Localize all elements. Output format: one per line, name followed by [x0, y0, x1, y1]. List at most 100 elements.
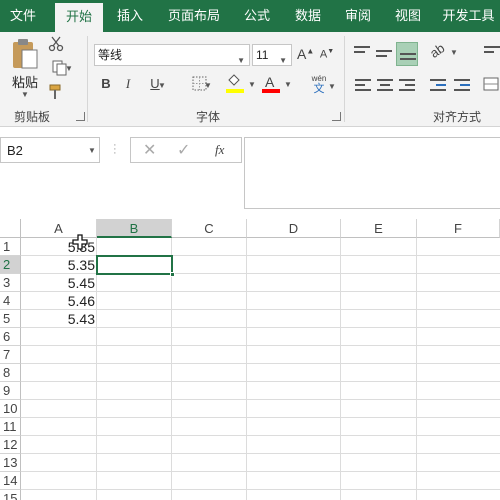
cell-a3[interactable]: 5.45 — [21, 274, 97, 292]
row-header-6[interactable]: 6 — [0, 328, 21, 346]
align-top-button[interactable] — [352, 44, 372, 64]
column-header-e[interactable]: E — [341, 219, 417, 238]
align-bottom-icon — [400, 53, 416, 63]
wrap-text-button[interactable] — [482, 42, 500, 62]
font-dialog-launcher[interactable] — [332, 112, 341, 121]
row-gridline — [21, 489, 500, 490]
chevron-down-icon: ▼ — [237, 56, 245, 65]
row-header-13[interactable]: 13 — [0, 454, 21, 472]
tab-data[interactable]: 数据 — [286, 0, 330, 32]
row-gridline — [21, 363, 500, 364]
tab-insert[interactable]: 插入 — [108, 0, 152, 32]
fill-handle[interactable] — [170, 272, 175, 277]
fill-color-swatch — [226, 89, 244, 93]
row-header-2[interactable]: 2 — [0, 256, 21, 274]
paint-bucket-icon — [228, 74, 240, 86]
cell-a5[interactable]: 5.43 — [21, 310, 97, 328]
tab-file[interactable]: 文件 — [0, 0, 46, 32]
cell-a4[interactable]: 5.46 — [21, 292, 97, 310]
row-header-1[interactable]: 1 — [0, 238, 21, 256]
row-gridline — [21, 453, 500, 454]
formula-bar-area: B2 ▼ · · · ✕ ✓ fx — [0, 127, 500, 219]
tab-page-layout[interactable]: 页面布局 — [161, 0, 227, 32]
align-bottom-button[interactable] — [396, 42, 418, 66]
paste-label: 粘贴 — [11, 75, 38, 90]
column-header-b[interactable]: B — [97, 219, 172, 238]
font-color-swatch — [262, 89, 280, 93]
fill-color-button[interactable]: ▼ — [226, 74, 258, 96]
row-header-14[interactable]: 14 — [0, 472, 21, 490]
formula-buttons: ✕ ✓ fx — [130, 137, 242, 163]
copy-button[interactable]: ▼ — [47, 60, 73, 78]
formula-input[interactable] — [244, 137, 500, 209]
align-center-button[interactable] — [376, 76, 394, 94]
select-all-button[interactable] — [0, 219, 21, 238]
decrease-indent-button[interactable] — [428, 76, 448, 94]
insert-function-button[interactable]: fx — [215, 142, 224, 158]
name-box[interactable]: B2 ▼ — [0, 137, 100, 163]
name-box-value: B2 — [7, 143, 23, 158]
align-left-button[interactable] — [354, 76, 372, 94]
row-header-10[interactable]: 10 — [0, 400, 21, 418]
row-header-4[interactable]: 4 — [0, 292, 21, 310]
align-middle-button[interactable] — [374, 44, 394, 64]
phonetic-guide-button[interactable]: wén 文 ▼ — [302, 74, 336, 98]
row-header-8[interactable]: 8 — [0, 364, 21, 382]
decrease-font-size-button[interactable]: A▼ — [319, 48, 335, 66]
align-middle-icon — [376, 50, 392, 60]
merge-center-button[interactable] — [482, 76, 500, 94]
row-gridline — [21, 345, 500, 346]
row-header-12[interactable]: 12 — [0, 436, 21, 454]
orientation-button[interactable]: ab ▼ — [427, 40, 460, 64]
align-center-icon — [377, 79, 393, 94]
increase-indent-button[interactable] — [452, 76, 472, 94]
column-header-c[interactable]: C — [172, 219, 247, 238]
format-painter-button[interactable] — [47, 84, 65, 102]
tab-view[interactable]: 视图 — [386, 0, 430, 32]
row-header-3[interactable]: 3 — [0, 274, 21, 292]
column-header-f[interactable]: F — [417, 219, 500, 238]
row-header-7[interactable]: 7 — [0, 346, 21, 364]
font-size-select[interactable]: 11 ▼ — [252, 44, 292, 66]
row-header-9[interactable]: 9 — [0, 382, 21, 400]
cancel-icon[interactable]: ✕ — [143, 140, 156, 160]
font-color-button[interactable]: A ▼ — [262, 74, 292, 96]
formula-bar-grip-icon: · · · — [113, 139, 117, 159]
borders-button[interactable]: ▼ — [184, 76, 214, 94]
worksheet-grid[interactable]: A B C D E F 1 2 3 4 5 6 7 8 9 10 11 12 13 14 15 5.35 5… — [0, 219, 500, 500]
tab-formulas[interactable]: 公式 — [235, 0, 279, 32]
align-right-button[interactable] — [398, 76, 416, 94]
tab-developer[interactable]: 开发工具 — [437, 0, 500, 32]
column-gridline — [171, 238, 172, 500]
tab-home[interactable]: 开始 — [55, 3, 103, 32]
font-group-label: 字体 — [196, 110, 221, 124]
underline-button[interactable]: U ▼ — [142, 76, 168, 94]
row-header-11[interactable]: 11 — [0, 418, 21, 436]
row-header-5[interactable]: 5 — [0, 310, 21, 328]
paintbrush-icon — [49, 84, 61, 99]
enter-icon[interactable]: ✓ — [177, 140, 190, 160]
font-name-select[interactable]: 等线 ▼ — [94, 44, 250, 66]
decrease-indent-icon — [430, 79, 446, 94]
clipboard-group-label: 剪贴板 — [14, 110, 51, 124]
chevron-down-icon: ▼ — [279, 56, 287, 65]
selected-cell-b2[interactable] — [96, 255, 173, 275]
font-size-value: 11 — [256, 48, 269, 62]
italic-button[interactable]: I — [121, 76, 135, 94]
column-header-d[interactable]: D — [247, 219, 341, 238]
tab-review[interactable]: 审阅 — [336, 0, 380, 32]
cut-button[interactable] — [47, 36, 65, 54]
row-gridline — [21, 417, 500, 418]
scissors-icon — [48, 36, 64, 52]
paste-button[interactable]: 粘贴 ▼ — [8, 38, 42, 99]
wrap-text-icon — [484, 46, 500, 56]
row-header-15[interactable]: 15 — [0, 490, 21, 500]
alignment-group-label: 对齐方式 — [433, 110, 482, 124]
row-gridline — [21, 399, 500, 400]
increase-font-size-button[interactable]: A▲ — [297, 46, 314, 64]
cell-a2[interactable]: 5.35 — [21, 256, 97, 274]
bold-button[interactable]: B — [99, 76, 113, 94]
row-gridline — [21, 381, 500, 382]
clipboard-dialog-launcher[interactable] — [76, 112, 85, 121]
align-right-icon — [399, 79, 415, 94]
